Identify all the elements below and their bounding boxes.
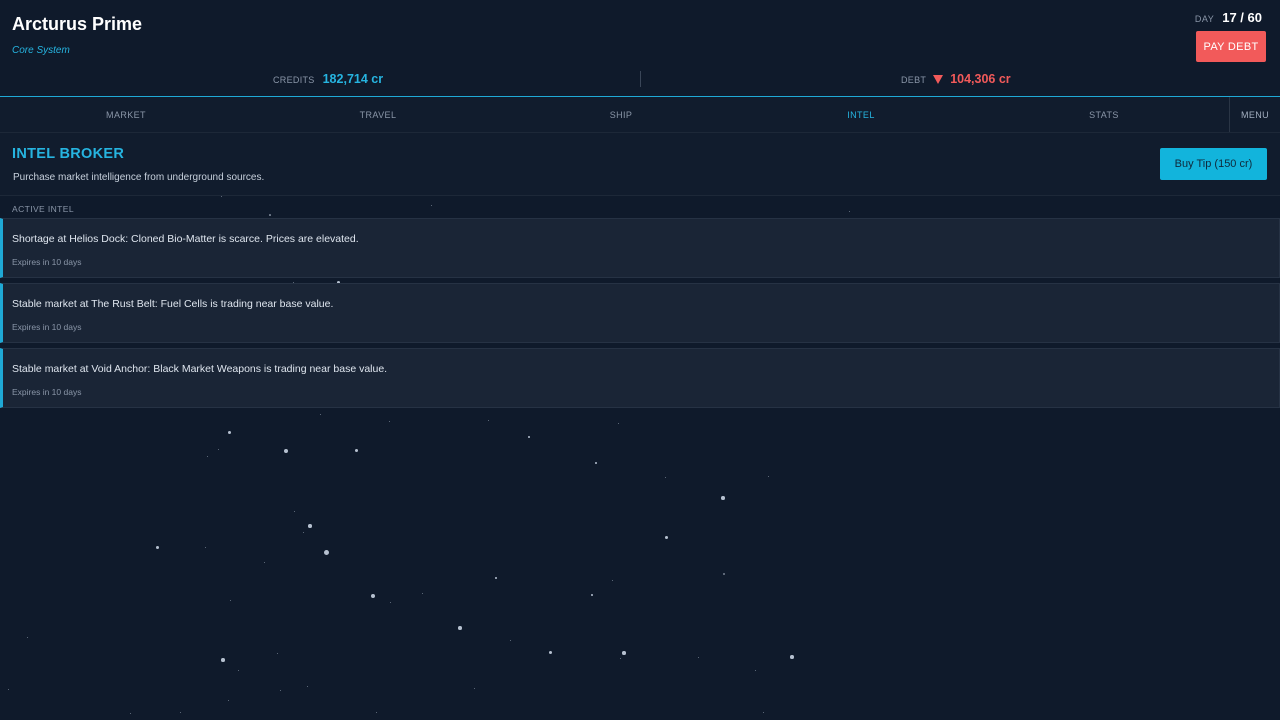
star-dot	[375, 711, 377, 713]
star-dot	[227, 430, 231, 434]
intel-item-expiry: Expires in 10 days	[12, 322, 82, 332]
star-dot	[229, 599, 231, 601]
debt-display: DEBT 104,306 cr	[901, 72, 1011, 86]
star-dot	[7, 688, 9, 690]
star-dot	[622, 651, 626, 655]
star-dot	[370, 593, 376, 599]
credits-label: CREDITS	[273, 75, 315, 85]
tab-stats[interactable]: STATS	[983, 97, 1225, 132]
header-divider	[640, 71, 641, 87]
star-dot	[594, 461, 598, 465]
intel-item: Stable market at The Rust Belt: Fuel Cel…	[0, 283, 1280, 343]
star-dot	[762, 711, 764, 713]
star-dot	[308, 524, 312, 528]
star-dot	[458, 626, 462, 630]
credits-value: 182,714 cr	[322, 72, 384, 86]
tab-intel[interactable]: INTEL	[740, 97, 982, 132]
star-dot	[354, 448, 358, 452]
star-dot	[26, 636, 28, 638]
intel-item-expiry: Expires in 10 days	[12, 257, 82, 267]
star-dot	[723, 573, 725, 575]
star-dot	[227, 699, 229, 701]
location-system: Core System	[12, 45, 70, 56]
star-dot	[263, 561, 265, 563]
star-dot	[617, 422, 619, 424]
star-dot	[509, 639, 511, 641]
debt-value: 104,306 cr	[950, 72, 1011, 86]
star-dot	[664, 535, 668, 539]
star-dot	[204, 546, 206, 548]
pay-debt-button[interactable]: PAY DEBT	[1196, 31, 1266, 62]
star-dot	[848, 210, 850, 212]
star-dot	[548, 650, 552, 654]
star-dot	[527, 435, 531, 439]
star-dot	[754, 669, 756, 671]
star-dot	[302, 531, 304, 533]
star-dot	[494, 576, 498, 580]
star-dot	[306, 685, 308, 687]
intel-item: Stable market at Void Anchor: Black Mark…	[0, 348, 1280, 408]
tab-ship[interactable]: SHIP	[500, 97, 742, 132]
star-dot	[790, 655, 794, 659]
star-dot	[293, 510, 295, 512]
star-dot	[283, 448, 289, 454]
star-dot	[389, 601, 391, 603]
main-nav: MARKET TRAVEL SHIP INTEL STATS MENU	[0, 97, 1280, 133]
star-dot	[430, 204, 432, 206]
star-dot	[279, 689, 281, 691]
star-dot	[590, 593, 594, 597]
star-dot	[129, 712, 131, 714]
broker-description: Purchase market intelligence from underg…	[13, 172, 265, 183]
star-dot	[221, 658, 225, 662]
star-dot	[611, 579, 613, 581]
star-dot	[206, 455, 208, 457]
star-dot	[237, 669, 239, 671]
intel-item-text: Stable market at The Rust Belt: Fuel Cel…	[12, 298, 334, 310]
star-dot	[319, 413, 321, 415]
star-dot	[487, 419, 489, 421]
star-dot	[276, 652, 278, 654]
credits-display: CREDITS 182,714 cr	[273, 72, 383, 86]
intel-item-text: Stable market at Void Anchor: Black Mark…	[12, 363, 388, 375]
debt-label: DEBT	[901, 75, 927, 85]
intel-item: Shortage at Helios Dock: Cloned Bio-Matt…	[0, 218, 1280, 278]
day-counter: DAY 17 / 60	[1195, 10, 1262, 25]
active-intel-label: ACTIVE INTEL	[12, 204, 74, 214]
star-dot	[217, 448, 219, 450]
star-dot	[721, 496, 725, 500]
star-dot	[664, 476, 666, 478]
broker-title: INTEL BROKER	[12, 146, 125, 162]
star-dot	[179, 711, 181, 713]
status-header: Arcturus Prime Core System DAY 17 / 60 P…	[0, 0, 1280, 97]
star-dot	[421, 592, 423, 594]
star-dot	[388, 420, 390, 422]
menu-button[interactable]: MENU	[1229, 97, 1280, 132]
star-dot	[323, 549, 329, 555]
intel-broker-panel: INTEL BROKER Purchase market intelligenc…	[0, 133, 1280, 196]
star-dot	[697, 656, 699, 658]
triangle-down-icon	[933, 75, 944, 84]
star-dot	[619, 657, 621, 659]
star-dot	[269, 214, 271, 216]
tab-market[interactable]: MARKET	[0, 97, 252, 132]
star-dot	[155, 545, 159, 549]
day-value: 17 / 60	[1222, 10, 1262, 25]
tab-travel[interactable]: TRAVEL	[252, 97, 504, 132]
star-dot	[473, 687, 475, 689]
location-name: Arcturus Prime	[12, 14, 143, 34]
buy-tip-button[interactable]: Buy Tip (150 cr)	[1160, 148, 1267, 180]
intel-item-expiry: Expires in 10 days	[12, 387, 82, 397]
day-label: DAY	[1194, 14, 1215, 24]
intel-item-text: Shortage at Helios Dock: Cloned Bio-Matt…	[12, 233, 359, 245]
star-dot	[767, 475, 769, 477]
